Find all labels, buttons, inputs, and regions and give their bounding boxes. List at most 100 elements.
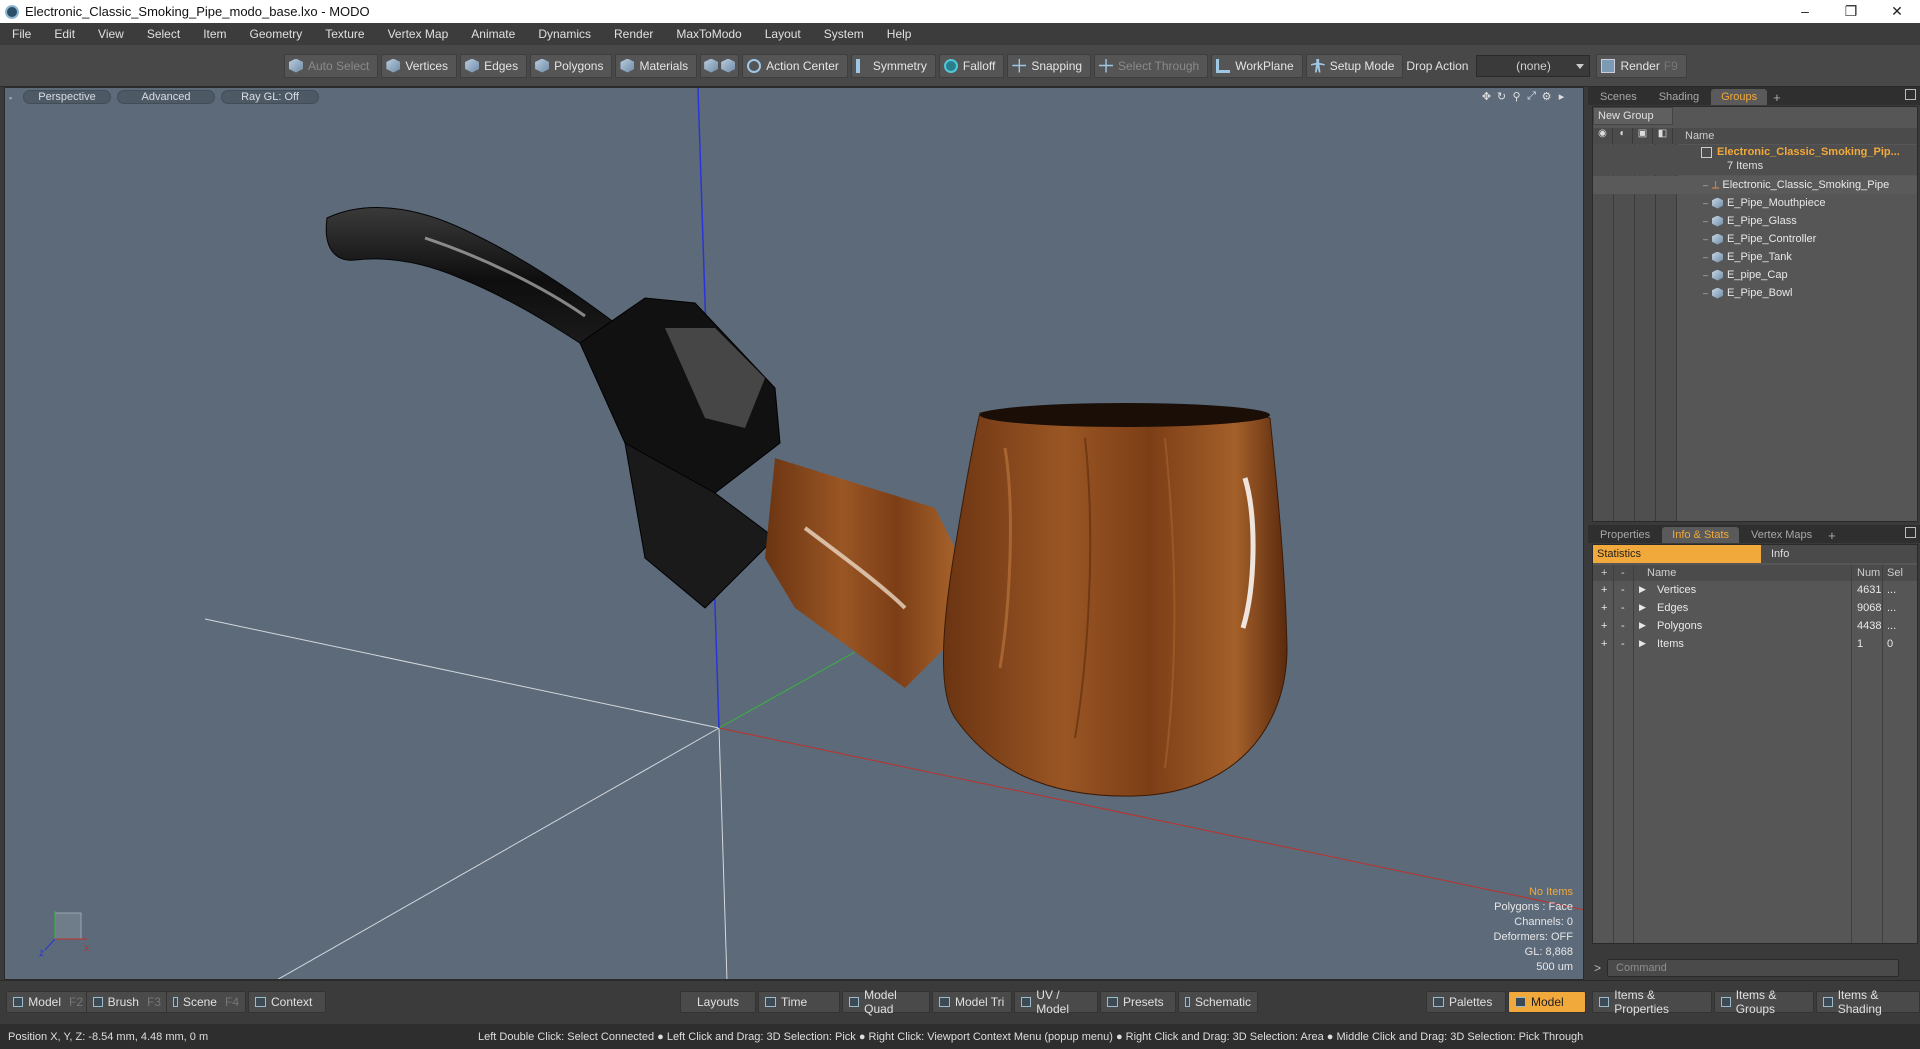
table-row[interactable]: + - ▶ Polygons 4438 ... bbox=[1593, 618, 1917, 636]
table-row[interactable]: + - ▶ Edges 9068 ... bbox=[1593, 600, 1917, 618]
viewport-options-icon[interactable]: ▪ bbox=[9, 93, 17, 103]
menu-file[interactable]: File bbox=[0, 27, 42, 41]
maximize-panel-icon[interactable] bbox=[1905, 527, 1916, 538]
collapse-icon[interactable]: - bbox=[1621, 584, 1625, 596]
info-tab[interactable]: Info bbox=[1761, 545, 1917, 563]
vertices-button[interactable]: Vertices bbox=[381, 53, 458, 78]
tab-properties[interactable]: Properties bbox=[1590, 527, 1660, 543]
model-layout-button[interactable]: Model F2 bbox=[6, 991, 90, 1013]
visibility-eye-icon[interactable]: ◉ bbox=[1593, 128, 1613, 144]
list-item[interactable]: – ⟂ Electronic_Classic_Smoking_Pipe bbox=[1593, 176, 1917, 194]
items-properties-button[interactable]: Items & Properties bbox=[1592, 988, 1712, 1016]
list-item[interactable]: – E_pipe_Cap bbox=[1593, 266, 1917, 284]
rotate-view-icon[interactable]: ↻ bbox=[1494, 90, 1509, 104]
expand-icon[interactable]: + bbox=[1601, 638, 1607, 650]
lock-icon[interactable]: ▣ bbox=[1633, 128, 1653, 144]
context-layout-button[interactable]: Context bbox=[248, 991, 326, 1013]
presets-button[interactable]: Presets bbox=[1100, 991, 1176, 1013]
workplane-button[interactable]: WorkPlane bbox=[1211, 53, 1303, 78]
close-button[interactable]: ✕ bbox=[1874, 3, 1920, 20]
menu-animate[interactable]: Animate bbox=[459, 27, 526, 41]
item-mode-button[interactable] bbox=[700, 53, 740, 78]
snapping-button[interactable]: Snapping bbox=[1007, 53, 1092, 78]
menu-maxtomodo[interactable]: MaxToModo bbox=[664, 27, 752, 41]
viewport-scene[interactable]: x z bbox=[5, 88, 1584, 980]
tab-info-stats[interactable]: Info & Stats bbox=[1662, 527, 1740, 543]
list-item[interactable]: – E_Pipe_Glass bbox=[1593, 212, 1917, 230]
menu-geometry[interactable]: Geometry bbox=[238, 27, 314, 41]
3d-viewport[interactable]: x z ▪ Perspective Advanced Ray GL: Off ✥… bbox=[4, 87, 1584, 980]
tab-shading[interactable]: Shading bbox=[1649, 89, 1709, 105]
statistics-tab[interactable]: Statistics bbox=[1593, 545, 1761, 563]
play-arrow-icon[interactable]: ▸ bbox=[1554, 90, 1569, 104]
expand-icon[interactable]: + bbox=[1601, 584, 1607, 596]
select-through-button[interactable]: Select Through bbox=[1094, 53, 1209, 78]
list-item[interactable]: – E_Pipe_Mouthpiece bbox=[1593, 194, 1917, 212]
add-tab-icon[interactable]: + bbox=[1828, 528, 1836, 543]
menu-layout[interactable]: Layout bbox=[753, 27, 812, 41]
tab-scenes[interactable]: Scenes bbox=[1590, 89, 1647, 105]
render-toggle-icon[interactable]: ◐ bbox=[1613, 128, 1633, 144]
falloff-button[interactable]: Falloff bbox=[938, 53, 1005, 78]
symmetry-button[interactable]: Symmetry bbox=[850, 53, 936, 78]
table-row[interactable]: + - ▶ Items 1 0 bbox=[1593, 636, 1917, 654]
expand-icon[interactable]: + bbox=[1601, 602, 1607, 614]
scene-layout-button[interactable]: Scene F4 bbox=[166, 991, 246, 1013]
move-view-icon[interactable]: ✥ bbox=[1479, 90, 1494, 104]
polygons-button[interactable]: Polygons bbox=[530, 53, 613, 78]
collapse-all-icon[interactable]: - bbox=[1621, 567, 1625, 579]
select-icon[interactable]: ◧ bbox=[1653, 128, 1673, 144]
render-button[interactable]: Render F9 bbox=[1596, 53, 1687, 78]
schematic-button[interactable]: Schematic bbox=[1178, 991, 1258, 1013]
command-input[interactable]: Command bbox=[1607, 959, 1900, 977]
palettes-button[interactable]: Palettes bbox=[1426, 991, 1506, 1013]
drop-action-select[interactable]: (none) bbox=[1476, 54, 1591, 77]
materials-button[interactable]: Materials bbox=[615, 53, 698, 78]
menu-render[interactable]: Render bbox=[602, 27, 664, 41]
setup-mode-button[interactable]: Setup Mode bbox=[1305, 53, 1404, 78]
expand-icon[interactable]: + bbox=[1601, 620, 1607, 632]
add-tab-icon[interactable]: + bbox=[1773, 90, 1781, 105]
collapse-icon[interactable]: - bbox=[1621, 602, 1625, 614]
expand-all-icon[interactable]: + bbox=[1601, 567, 1607, 579]
restore-button[interactable]: ❐ bbox=[1828, 3, 1874, 20]
layouts-button[interactable]: Layouts bbox=[680, 991, 756, 1013]
zoom-view-icon[interactable]: ⚲ bbox=[1509, 90, 1524, 104]
gear-icon[interactable]: ⚙ bbox=[1539, 90, 1554, 104]
minimize-button[interactable]: – bbox=[1782, 3, 1828, 20]
edges-button[interactable]: Edges bbox=[460, 53, 528, 78]
auto-select-button[interactable]: Auto Select bbox=[284, 53, 379, 78]
action-center-button[interactable]: Action Center bbox=[742, 53, 848, 78]
tab-vertex-maps[interactable]: Vertex Maps bbox=[1741, 527, 1822, 543]
time-layout-button[interactable]: Time bbox=[758, 991, 840, 1013]
items-groups-button[interactable]: Items & Groups bbox=[1714, 988, 1814, 1016]
menu-vertex-map[interactable]: Vertex Map bbox=[376, 27, 460, 41]
new-group-button[interactable]: New Group bbox=[1593, 107, 1673, 125]
list-item[interactable]: – E_Pipe_Bowl bbox=[1593, 284, 1917, 302]
model-active-button[interactable]: Model bbox=[1508, 991, 1586, 1013]
menu-system[interactable]: System bbox=[812, 27, 875, 41]
menu-view[interactable]: View bbox=[86, 27, 135, 41]
menu-texture[interactable]: Texture bbox=[313, 27, 375, 41]
items-shading-button[interactable]: Items & Shading bbox=[1816, 988, 1920, 1016]
table-row[interactable]: + - ▶ Vertices 4631 ... bbox=[1593, 582, 1917, 600]
tab-ray-gl[interactable]: Ray GL: Off bbox=[221, 90, 319, 104]
list-item[interactable]: – E_Pipe_Controller bbox=[1593, 230, 1917, 248]
tab-perspective[interactable]: Perspective bbox=[23, 90, 111, 104]
model-tri-button[interactable]: Model Tri bbox=[932, 991, 1012, 1013]
tab-groups[interactable]: Groups bbox=[1711, 89, 1768, 105]
tab-advanced[interactable]: Advanced bbox=[117, 90, 215, 104]
model-quad-button[interactable]: Model Quad bbox=[842, 988, 930, 1016]
menu-item[interactable]: Item bbox=[191, 27, 237, 41]
menu-edit[interactable]: Edit bbox=[42, 27, 86, 41]
menu-dynamics[interactable]: Dynamics bbox=[526, 27, 602, 41]
list-item[interactable]: – E_Pipe_Tank bbox=[1593, 248, 1917, 266]
menu-help[interactable]: Help bbox=[875, 27, 923, 41]
collapse-icon[interactable]: - bbox=[1621, 620, 1625, 632]
group-row[interactable]: Electronic_Classic_Smoking_Pip... 7 Item… bbox=[1593, 145, 1917, 175]
collapse-icon[interactable]: - bbox=[1621, 638, 1625, 650]
uv-model-button[interactable]: UV / Model bbox=[1014, 988, 1098, 1016]
maximize-panel-icon[interactable] bbox=[1905, 89, 1916, 100]
menu-select[interactable]: Select bbox=[135, 27, 191, 41]
fit-view-icon[interactable]: ⤢ bbox=[1524, 90, 1539, 104]
